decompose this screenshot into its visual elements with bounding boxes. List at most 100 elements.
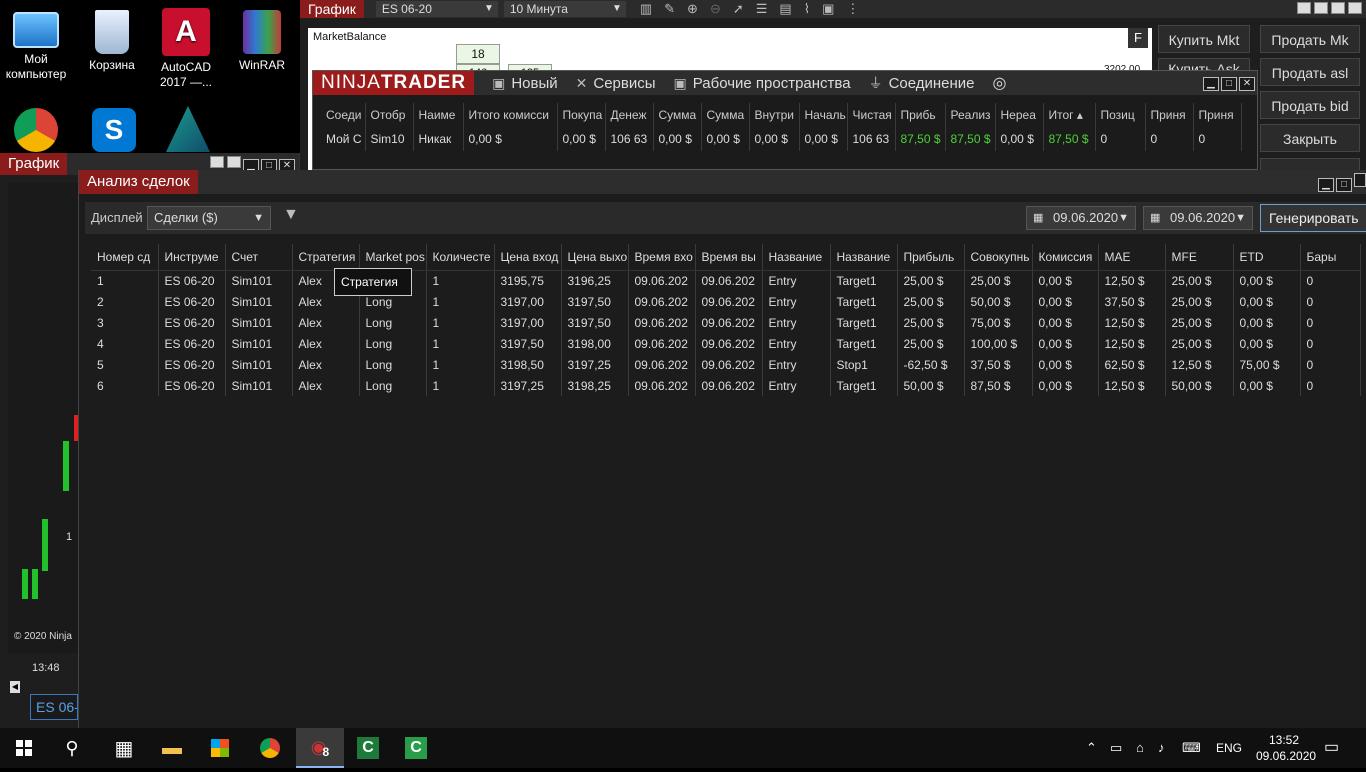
language-indicator[interactable]: ENG bbox=[1216, 728, 1242, 768]
pencil-icon[interactable]: ✎ bbox=[664, 1, 675, 17]
trades-column-header[interactable]: Инструме bbox=[158, 244, 226, 271]
account-column-header[interactable]: Внутри bbox=[749, 103, 800, 127]
autodesk-desktop-icon[interactable] bbox=[166, 106, 210, 152]
clock[interactable]: 13:52 09.06.2020 bbox=[1256, 732, 1316, 772]
bars-icon[interactable]: ▥ bbox=[640, 1, 652, 17]
account-column-header[interactable]: Прибь bbox=[895, 103, 946, 127]
notifications-icon[interactable]: ▭ bbox=[1324, 728, 1339, 768]
generate-button[interactable]: Генерировать bbox=[1260, 204, 1366, 232]
taskbar-chrome[interactable] bbox=[246, 728, 294, 768]
desktop-icon-winrar[interactable]: WinRAR bbox=[226, 10, 298, 73]
account-column-header[interactable]: Сумма bbox=[701, 103, 750, 127]
account-column-header[interactable]: Денеж bbox=[605, 103, 654, 127]
chrome-desktop-icon[interactable] bbox=[14, 108, 58, 152]
buy-market-button[interactable]: Купить Mkt bbox=[1158, 25, 1250, 53]
account-column-header[interactable]: Итого комисси bbox=[463, 103, 558, 127]
connection-status-icon[interactable]: ◎ bbox=[993, 73, 1007, 93]
account-column-header[interactable]: Сумма bbox=[653, 103, 702, 127]
close-position-button[interactable]: Закрыть bbox=[1260, 124, 1360, 152]
display-select[interactable]: Сделки ($) ▼ bbox=[147, 206, 271, 230]
extra-button[interactable] bbox=[1348, 1, 1362, 14]
f-button[interactable]: F bbox=[1128, 28, 1148, 48]
keyboard-icon[interactable]: ⌨ bbox=[1182, 728, 1201, 768]
restore-button[interactable] bbox=[210, 155, 224, 168]
trades-column-header[interactable]: Прибыль bbox=[897, 244, 965, 271]
zoom-out-icon[interactable]: ⊖ bbox=[710, 1, 721, 17]
template-icon[interactable]: ▤ bbox=[779, 1, 791, 17]
minimize-button[interactable] bbox=[1297, 1, 1311, 14]
strategy-icon[interactable]: ▣ bbox=[822, 1, 834, 17]
list-icon[interactable]: ⋮ bbox=[846, 1, 859, 17]
table-row[interactable]: 1ES 06-20Sim101AlexLong13195,753196,2509… bbox=[91, 270, 1361, 291]
sell-ask-button[interactable]: Продать asl bbox=[1260, 58, 1360, 86]
table-row[interactable]: 3 ES 06-20 Sim101 Alex Long 1 3197,00 3197,50 09… bbox=[91, 312, 1361, 333]
sell-market-button[interactable]: Продать Mk bbox=[1260, 25, 1360, 53]
account-column-header[interactable]: Позиц bbox=[1095, 103, 1146, 127]
desktop-icon-autocad[interactable]: A AutoCAD 2017 —... bbox=[150, 8, 222, 90]
taskbar-camtasia[interactable]: C bbox=[344, 728, 392, 768]
account-column-header[interactable]: Соеди bbox=[321, 103, 366, 127]
trade-analysis-tab[interactable]: Анализ сделок bbox=[79, 170, 198, 194]
minimize-button[interactable]: ▁ bbox=[1203, 77, 1219, 91]
close-button[interactable] bbox=[1331, 1, 1345, 14]
maximize-button[interactable]: □ bbox=[1336, 177, 1352, 192]
volume-icon[interactable]: ♪ bbox=[1158, 728, 1165, 768]
menu-connection[interactable]: ⏚ Соединение bbox=[869, 73, 975, 93]
instrument-tab[interactable]: ES 06-2 bbox=[30, 694, 78, 720]
trades-column-header[interactable]: Номер сд bbox=[91, 244, 159, 271]
properties-icon[interactable]: ☰ bbox=[756, 1, 768, 17]
restore-button[interactable] bbox=[1314, 1, 1328, 14]
skype-desktop-icon[interactable]: S bbox=[92, 108, 136, 152]
instrument-select[interactable]: ES 06-20 ▼ bbox=[375, 1, 498, 17]
chart-canvas[interactable]: 1 © 2020 Ninja bbox=[8, 183, 78, 653]
account-column-header[interactable]: Приня bbox=[1193, 103, 1242, 127]
taskbar-camtasia-recorder[interactable]: C bbox=[392, 728, 440, 768]
menu-new[interactable]: ▣ Новый bbox=[492, 75, 558, 92]
close-button[interactable] bbox=[1354, 172, 1366, 187]
table-row[interactable]: 4 ES 06-20 Sim101 Alex Long 1 3197,50 3198,00 09… bbox=[91, 333, 1361, 354]
taskbar-explorer[interactable]: ▬ bbox=[148, 728, 196, 768]
show-hidden-icons[interactable]: ⌃ bbox=[1086, 728, 1097, 768]
chart-tab[interactable]: График bbox=[0, 153, 68, 175]
account-column-header[interactable]: Покупа bbox=[557, 103, 606, 127]
account-column-header[interactable]: Реализ bbox=[945, 103, 996, 127]
start-button[interactable] bbox=[0, 728, 48, 768]
account-column-header[interactable]: Приня bbox=[1145, 103, 1194, 127]
zoom-in-icon[interactable]: ⊕ bbox=[687, 1, 698, 17]
trades-column-header[interactable]: ETD bbox=[1233, 244, 1301, 271]
desktop-icon-my-computer[interactable]: Мой компьютер bbox=[0, 10, 72, 82]
indicators-icon[interactable]: ⌇ bbox=[804, 1, 810, 17]
trades-column-header[interactable]: Комиссия bbox=[1032, 244, 1099, 271]
search-button[interactable]: ⚲ bbox=[48, 728, 96, 768]
trades-column-header[interactable]: Время вы bbox=[695, 244, 763, 271]
trades-column-header[interactable]: Market pos bbox=[359, 244, 427, 271]
taskbar-store[interactable] bbox=[196, 728, 244, 768]
desktop-icon-recycle-bin[interactable]: Корзина bbox=[76, 10, 148, 73]
trades-column-header[interactable]: Количесте bbox=[426, 244, 495, 271]
account-column-header[interactable]: Началь bbox=[799, 103, 848, 127]
trades-column-header[interactable]: Бары bbox=[1300, 244, 1361, 271]
trades-column-header[interactable]: MAE bbox=[1098, 244, 1166, 271]
menu-services[interactable]: ✕ Сервисы bbox=[576, 75, 656, 92]
taskbar-ninjatrader[interactable]: ◉ 8 bbox=[296, 728, 344, 768]
taskbar-calculator[interactable]: ▦ bbox=[100, 728, 148, 768]
account-column-header[interactable]: Наиме bbox=[413, 103, 464, 127]
interval-select[interactable]: 10 Минута ▼ bbox=[503, 1, 626, 17]
minimize-button[interactable]: ▁ bbox=[1318, 177, 1334, 192]
trades-column-header[interactable]: Название bbox=[762, 244, 831, 271]
table-row[interactable]: 5 ES 06-20 Sim101 Alex Long 1 3198,50 3197,25 09… bbox=[91, 354, 1361, 375]
table-row[interactable]: 6 ES 06-20 Sim101 Alex Long 1 3197,25 3198,25 09… bbox=[91, 375, 1361, 396]
trades-column-header[interactable]: Счет bbox=[225, 244, 293, 271]
trades-column-header[interactable]: MFE bbox=[1165, 244, 1234, 271]
menu-workspaces[interactable]: ▣ Рабочие пространства bbox=[674, 75, 851, 92]
trades-column-header[interactable]: Цена вход bbox=[494, 244, 562, 271]
account-column-header[interactable]: Чистая bbox=[847, 103, 896, 127]
trades-column-header[interactable]: Название bbox=[830, 244, 898, 271]
date-from-picker[interactable]: ▦ 09.06.2020 ▼ bbox=[1026, 206, 1136, 230]
account-column-header[interactable]: Отобр bbox=[365, 103, 414, 127]
account-column-header[interactable]: Нереа bbox=[995, 103, 1044, 127]
trades-column-header[interactable]: Время вхо bbox=[628, 244, 696, 271]
sell-bid-button[interactable]: Продать bid bbox=[1260, 91, 1360, 119]
pointer-icon[interactable]: ➚ bbox=[733, 1, 744, 17]
scroll-left-icon[interactable]: ◀ bbox=[10, 681, 20, 693]
